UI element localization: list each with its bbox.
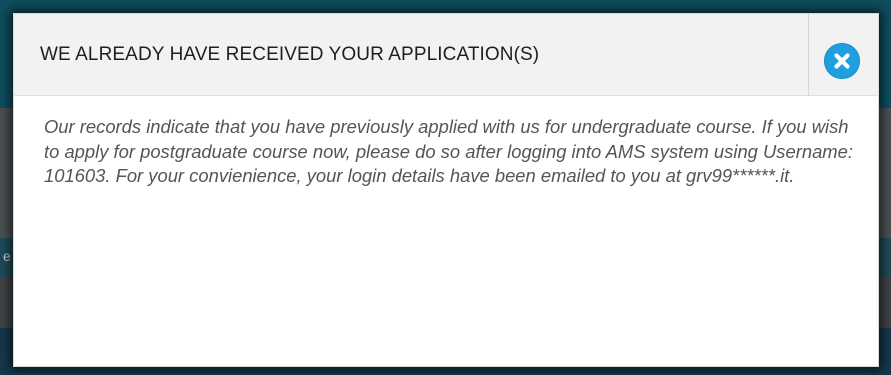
- close-icon: [834, 53, 850, 69]
- close-button[interactable]: [824, 43, 860, 79]
- dialog-title: WE ALREADY HAVE RECEIVED YOUR APPLICATIO…: [40, 44, 540, 65]
- header-divider: [808, 14, 809, 96]
- dialog-message: Our records indicate that you have previ…: [44, 116, 853, 186]
- application-received-dialog: WE ALREADY HAVE RECEIVED YOUR APPLICATIO…: [13, 13, 879, 367]
- dialog-header: WE ALREADY HAVE RECEIVED YOUR APPLICATIO…: [14, 14, 878, 96]
